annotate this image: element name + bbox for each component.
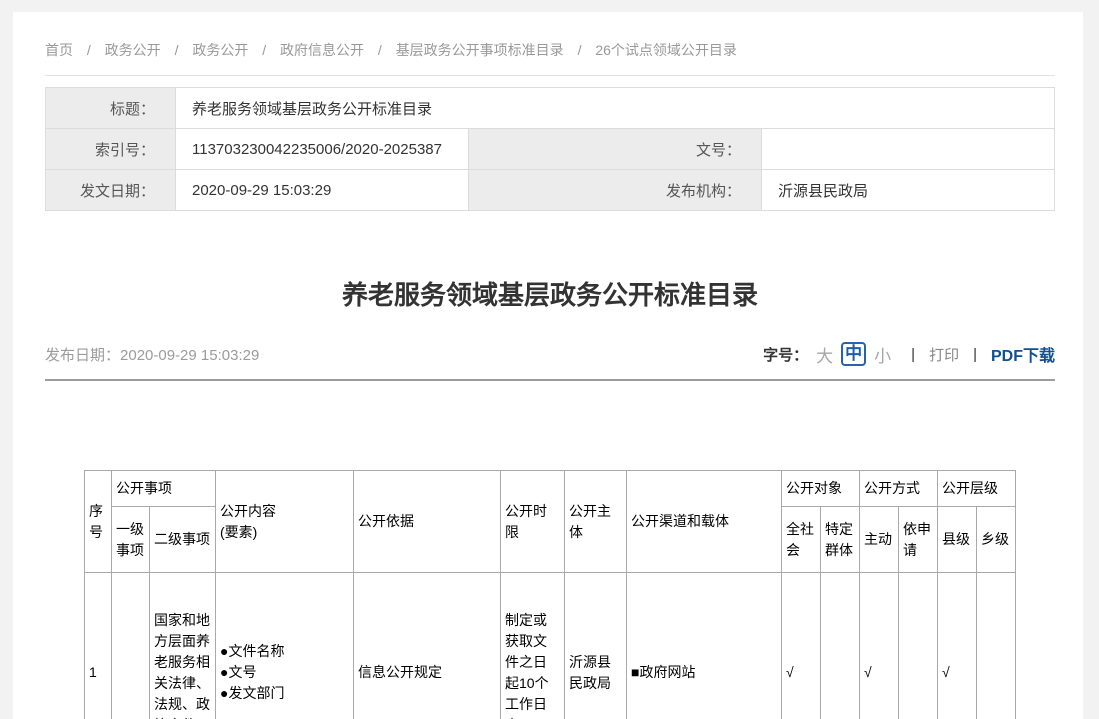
header-content: 公开内容 (要素) bbox=[216, 471, 354, 573]
content-panel: 首页 / 政务公开 / 政务公开 / 政府信息公开 / 基层政务公开事项标准目录… bbox=[13, 12, 1083, 719]
cell-seq: 1 bbox=[85, 573, 112, 719]
cell-method-request bbox=[899, 573, 938, 719]
meta-docnum-value bbox=[762, 129, 1055, 170]
font-print-controls: 字号： 大 中 小 | 打印 | PDF下载 bbox=[763, 342, 1055, 367]
meta-row-title: 标题： 养老服务领域基层政务公开标准目录 bbox=[46, 88, 1055, 129]
header-level1: 一级事项 bbox=[112, 507, 150, 573]
header-seq: 序号 bbox=[85, 471, 112, 573]
header-level-group: 公开层级 bbox=[938, 471, 1016, 507]
breadcrumb-separator: / bbox=[262, 42, 266, 58]
font-size-small-button[interactable]: 小 bbox=[874, 342, 891, 367]
meta-agency-label: 发布机构： bbox=[469, 170, 762, 211]
cell-level1 bbox=[112, 573, 150, 719]
font-size-medium-button[interactable]: 中 bbox=[841, 342, 866, 366]
meta-row-date: 发文日期： 2020-09-29 15:03:29 发布机构： 沂源县民政局 bbox=[46, 170, 1055, 211]
breadcrumb-separator: / bbox=[175, 42, 179, 58]
meta-row-index: 索引号： 113703230042235006/2020-2025387 文号： bbox=[46, 129, 1055, 170]
table-row: 1 国家和地方层面养老服务相关法律、法规、政策文件 ●文件名称 ●文号 ●发文部… bbox=[85, 573, 1016, 719]
article-toolbar: 发布日期：2020-09-29 15:03:29 字号： 大 中 小 | 打印 … bbox=[45, 341, 1055, 367]
cell-basis: 信息公开规定 bbox=[354, 573, 501, 719]
disclosure-standard-table: 序号 公开事项 公开内容 (要素) 公开依据 公开时限 公开主体 公开渠道和载体… bbox=[84, 470, 1016, 719]
header-level-township: 乡级 bbox=[977, 507, 1016, 573]
cell-audience-all: √ bbox=[782, 573, 821, 719]
breadcrumb-separator: / bbox=[378, 42, 382, 58]
cell-subject: 沂源县民政局 bbox=[565, 573, 627, 719]
cell-method-active: √ bbox=[860, 573, 899, 719]
breadcrumb-item-standard-directory[interactable]: 基层政务公开事项标准目录 bbox=[396, 42, 564, 58]
section-divider bbox=[45, 379, 1055, 381]
table-header-row-1: 序号 公开事项 公开内容 (要素) 公开依据 公开时限 公开主体 公开渠道和载体… bbox=[85, 471, 1016, 507]
header-audience-all: 全社会 bbox=[782, 507, 821, 573]
breadcrumb: 首页 / 政务公开 / 政务公开 / 政府信息公开 / 基层政务公开事项标准目录… bbox=[45, 28, 1055, 76]
breadcrumb-separator: / bbox=[87, 42, 91, 58]
header-basis: 公开依据 bbox=[354, 471, 501, 573]
meta-date-value: 2020-09-29 15:03:29 bbox=[176, 170, 469, 211]
breadcrumb-item-home[interactable]: 首页 bbox=[45, 42, 73, 58]
header-items-group: 公开事项 bbox=[112, 471, 216, 507]
meta-title-value: 养老服务领域基层政务公开标准目录 bbox=[176, 88, 1055, 129]
cell-level2: 国家和地方层面养老服务相关法律、法规、政策文件 bbox=[150, 573, 216, 719]
header-level2: 二级事项 bbox=[150, 507, 216, 573]
meta-index-label: 索引号： bbox=[46, 129, 176, 170]
header-method-group: 公开方式 bbox=[860, 471, 938, 507]
breadcrumb-item-current: 26个试点领域公开目录 bbox=[595, 42, 737, 58]
font-size-label: 字号： bbox=[763, 344, 808, 365]
cell-channel: ■政府网站 bbox=[627, 573, 782, 719]
meta-title-label: 标题： bbox=[46, 88, 176, 129]
header-time-limit: 公开时限 bbox=[501, 471, 565, 573]
cell-time-limit: 制定或获取文件之日起10个工作日内 bbox=[501, 573, 565, 719]
cell-content: ●文件名称 ●文号 ●发文部门 bbox=[216, 573, 354, 719]
print-button[interactable]: 打印 bbox=[929, 344, 959, 365]
cell-level-county: √ bbox=[938, 573, 977, 719]
breadcrumb-item-government-info[interactable]: 政府信息公开 bbox=[280, 42, 364, 58]
breadcrumb-item-zhengwu-gongkai-2[interactable]: 政务公开 bbox=[192, 42, 248, 58]
document-meta-table: 标题： 养老服务领域基层政务公开标准目录 索引号： 11370323004223… bbox=[45, 87, 1055, 211]
font-size-large-button[interactable]: 大 bbox=[816, 342, 833, 367]
header-level-county: 县级 bbox=[938, 507, 977, 573]
header-subject: 公开主体 bbox=[565, 471, 627, 573]
header-method-active: 主动 bbox=[860, 507, 899, 573]
header-audience-specific: 特定群体 bbox=[821, 507, 860, 573]
cell-audience-specific bbox=[821, 573, 860, 719]
meta-index-value: 113703230042235006/2020-2025387 bbox=[176, 129, 469, 170]
separator-pipe: | bbox=[973, 346, 977, 363]
meta-agency-value: 沂源县民政局 bbox=[762, 170, 1055, 211]
breadcrumb-item-zhengwu-gongkai-1[interactable]: 政务公开 bbox=[105, 42, 161, 58]
publish-date-value: 2020-09-29 15:03:29 bbox=[120, 347, 259, 364]
cell-level-township bbox=[977, 573, 1016, 719]
pdf-download-button[interactable]: PDF下载 bbox=[991, 342, 1055, 366]
header-channel: 公开渠道和载体 bbox=[627, 471, 782, 573]
breadcrumb-separator: / bbox=[578, 42, 582, 58]
publish-date: 发布日期：2020-09-29 15:03:29 bbox=[45, 344, 259, 365]
meta-docnum-label: 文号： bbox=[469, 129, 762, 170]
publish-date-label: 发布日期： bbox=[45, 347, 120, 364]
meta-date-label: 发文日期： bbox=[46, 170, 176, 211]
page-title: 养老服务领域基层政务公开标准目录 bbox=[45, 275, 1055, 315]
header-method-request: 依申请 bbox=[899, 507, 938, 573]
separator-pipe: | bbox=[911, 346, 915, 363]
header-audience-group: 公开对象 bbox=[782, 471, 860, 507]
